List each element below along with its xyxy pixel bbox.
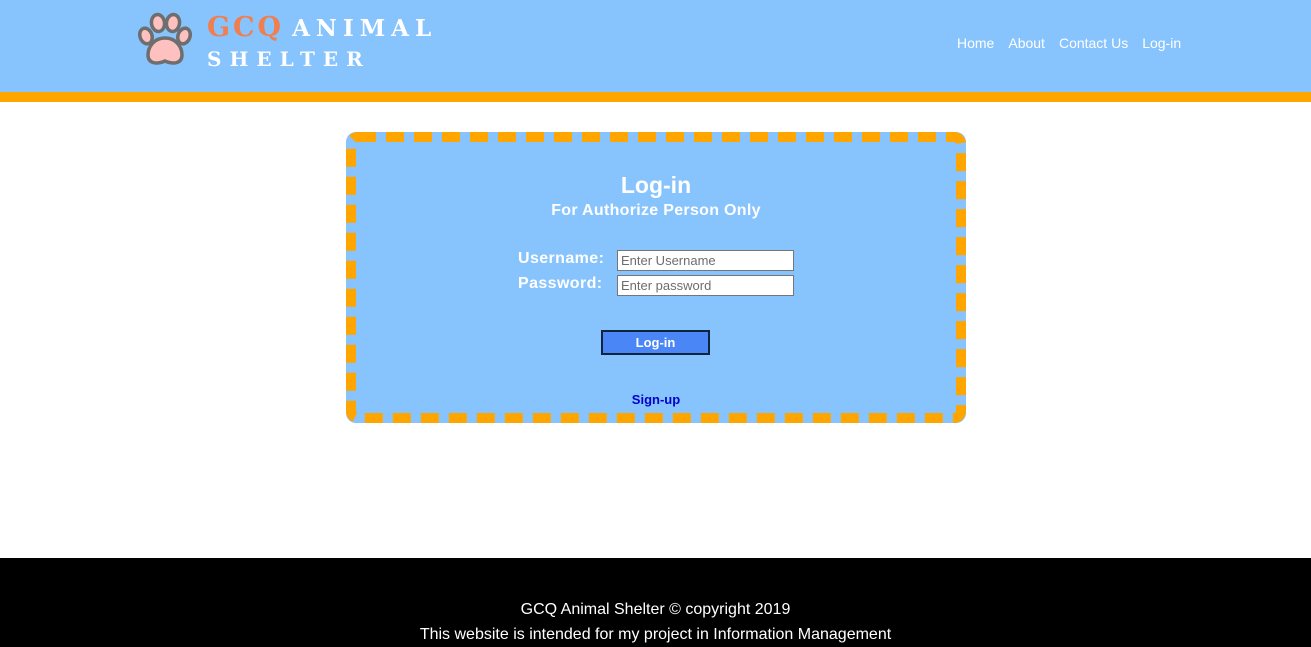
nav-home[interactable]: Home [957, 35, 994, 51]
logo-text-bottom: SHELTER [207, 47, 371, 71]
nav-about[interactable]: About [1008, 35, 1045, 51]
site-footer: GCQ Animal Shelter © copyright 2019 This… [0, 558, 1311, 647]
username-input[interactable] [617, 250, 794, 271]
login-panel: Log-in For Authorize Person Only Usernam… [346, 132, 966, 423]
logo-text-top: GCQ ANIMAL [207, 12, 437, 43]
login-title: Log-in [620, 172, 692, 198]
logo-highlight: GCQ [207, 12, 285, 43]
main-nav: Home About Contact Us Log-in [957, 35, 1181, 51]
site-header: GCQ ANIMAL SHELTER Home About Contact Us … [0, 0, 1311, 92]
logo-word-animal: ANIMAL [292, 15, 438, 42]
nav-log-in[interactable]: Log-in [1142, 35, 1181, 51]
password-input[interactable] [617, 275, 794, 296]
header-divider [0, 92, 1311, 102]
signup-link[interactable]: Sign-up [346, 392, 966, 407]
username-label: Username: [518, 250, 605, 267]
footer-copyright: GCQ Animal Shelter © copyright 2019 [520, 601, 791, 618]
footer-note: This website is intended for my project … [419, 626, 892, 643]
login-subtitle: For Authorize Person Only [551, 202, 761, 219]
login-button[interactable]: Log-in [601, 330, 710, 355]
paw-icon [137, 12, 193, 65]
nav-contact-us[interactable]: Contact Us [1059, 35, 1128, 51]
password-label: Password: [518, 275, 603, 292]
